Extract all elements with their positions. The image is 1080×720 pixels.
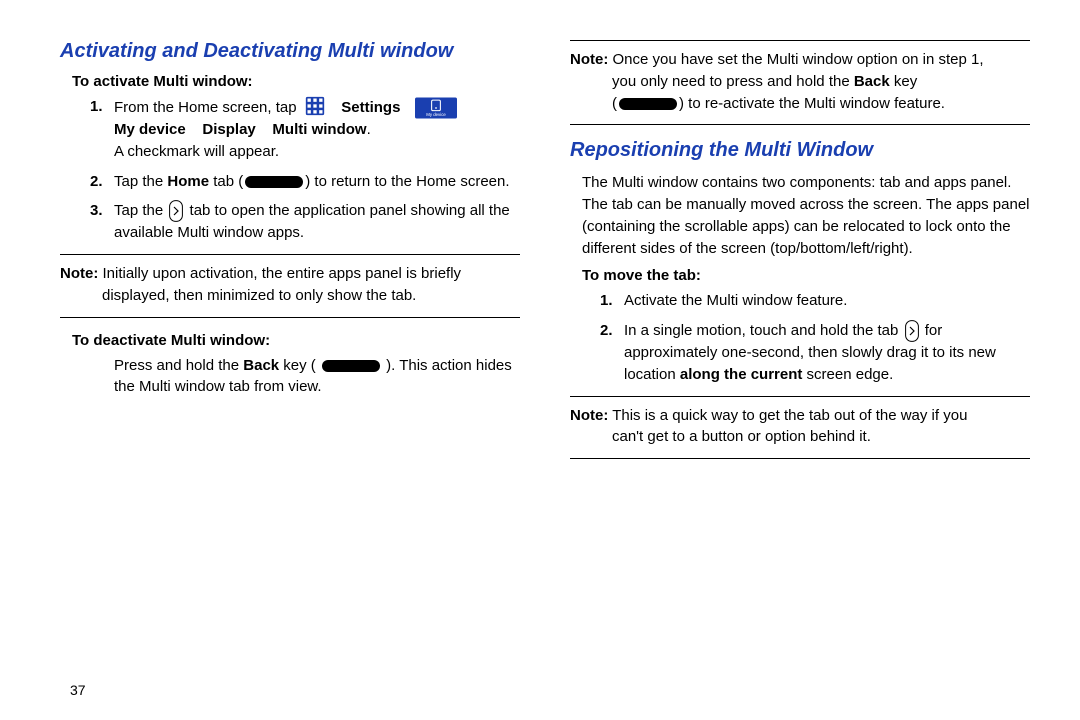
page-number: 37 (70, 682, 86, 698)
step1-text-a: From the Home screen, tap (114, 99, 297, 116)
back-label-2: Back (854, 73, 890, 90)
deact-b: key ( (279, 357, 320, 374)
step-1: From the Home screen, tap Settings My de… (96, 96, 520, 163)
manual-page: Activating and Deactivating Multi window… (0, 0, 1080, 720)
apps-grid-icon (305, 96, 325, 116)
back-label: Back (243, 357, 279, 374)
step1-after: A checkmark will appear. (114, 143, 279, 160)
note2-line2: you only need to press and hold the Back… (570, 71, 1030, 93)
step2-b: tab ( (209, 173, 243, 190)
step-3: Tap the tab to open the application pane… (96, 200, 520, 244)
note-label: Note: (60, 265, 98, 282)
sub-activate: To activate Multi window: (72, 73, 520, 90)
my-device-icon (415, 97, 457, 119)
m1: Activate the Multi window feature. (624, 292, 847, 309)
tab-handle-icon-2 (905, 320, 919, 342)
section-heading-repositioning: Repositioning the Multi Window (570, 139, 1030, 162)
note2-e: ) to re-activate the Multi window featur… (679, 95, 945, 112)
sub-move-tab: To move the tab: (582, 267, 1030, 284)
note1-a: Initially upon activation, the entire ap… (98, 265, 461, 282)
my-device-label: My device (114, 121, 186, 138)
note1-b: displayed, then minimized to only show t… (60, 285, 520, 307)
move-steps: Activate the Multi window feature. In a … (570, 290, 1030, 385)
m2-bold: along the current (680, 366, 803, 383)
note3-b: can't get to a button or option behind i… (570, 426, 1030, 448)
move-step-1: Activate the Multi window feature. (606, 290, 1030, 312)
display-label: Display (202, 121, 255, 138)
settings-label: Settings (341, 99, 400, 116)
note3-label: Note: (570, 407, 608, 424)
home-label: Home (167, 173, 209, 190)
note-reactivate: Note: Once you have set the Multi window… (570, 40, 1030, 125)
reposition-intro: The Multi window contains two components… (582, 172, 1030, 259)
activate-steps: From the Home screen, tap Settings My de… (60, 96, 520, 244)
note2-c: key (890, 73, 918, 90)
section-heading-activating: Activating and Deactivating Multi window (60, 40, 520, 63)
deactivate-text: Press and hold the Back key ( ). This ac… (60, 355, 520, 399)
step3-a: Tap the (114, 202, 167, 219)
note2-b: you only need to press and hold the (612, 73, 854, 90)
note2-label: Note: (570, 51, 608, 68)
back-key-icon-2 (619, 98, 677, 110)
step2-a: Tap the (114, 173, 167, 190)
multi-window-label: Multi window (272, 121, 366, 138)
step-2: Tap the Home tab ( ) to return to the Hom… (96, 171, 520, 193)
tab-handle-icon (169, 200, 183, 222)
note-initial-activation: Note: Initially upon activation, the ent… (60, 254, 520, 318)
note2-line3: ( ) to re-activate the Multi window featu… (570, 93, 1030, 115)
m2-a: In a single motion, touch and hold the t… (624, 322, 903, 339)
right-column: Note: Once you have set the Multi window… (570, 40, 1030, 700)
sub-deactivate: To deactivate Multi window: (72, 332, 520, 349)
home-key-icon (245, 176, 303, 188)
m2-c: screen edge. (802, 366, 893, 383)
note3-a: This is a quick way to get the tab out o… (608, 407, 967, 424)
note-quick-way: Note: This is a quick way to get the tab… (570, 396, 1030, 460)
move-step-2: In a single motion, touch and hold the t… (606, 320, 1030, 386)
back-key-icon (322, 360, 380, 372)
deact-a: Press and hold the (114, 357, 243, 374)
left-column: Activating and Deactivating Multi window… (60, 40, 520, 700)
note2-a: Once you have set the Multi window optio… (608, 51, 983, 68)
note2-d: ( (612, 95, 617, 112)
step2-c: ) to return to the Home screen. (305, 173, 509, 190)
step1-dot: . (367, 121, 371, 138)
